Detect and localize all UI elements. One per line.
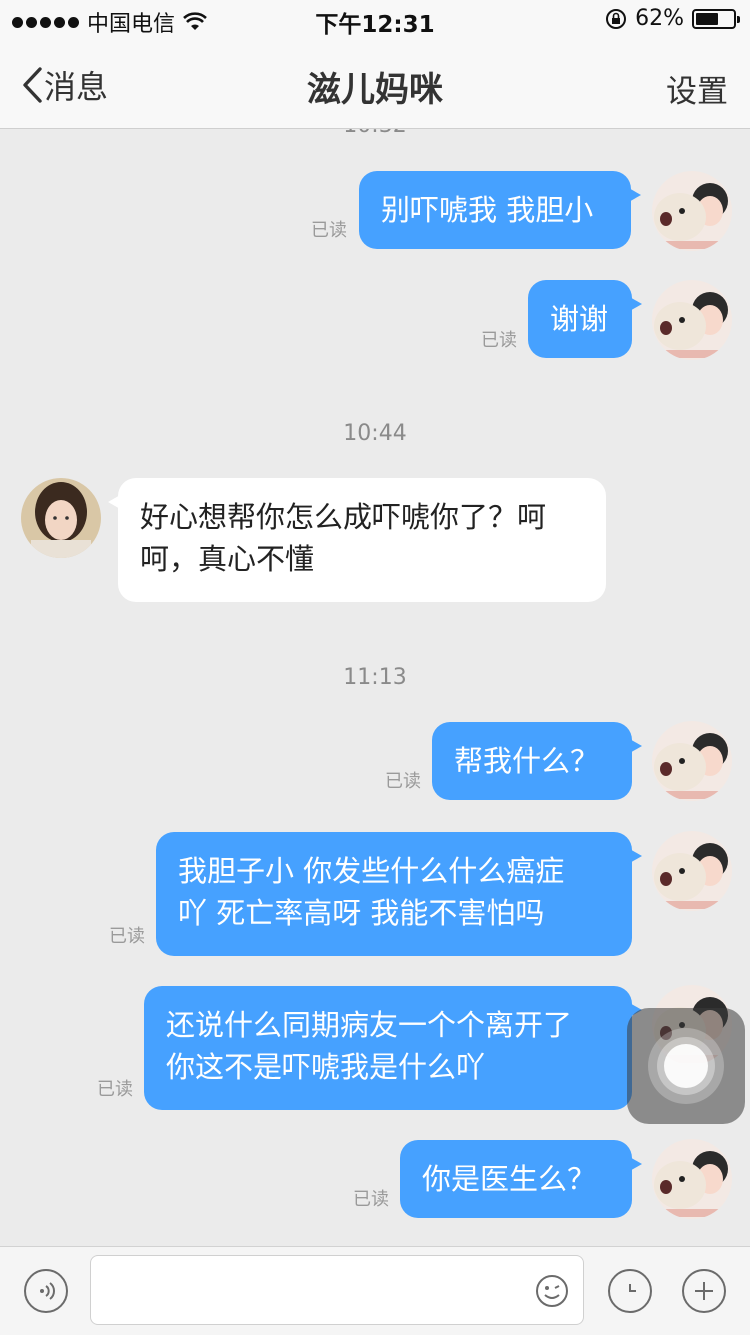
message-bubble-sent[interactable]: 帮我什么？ xyxy=(432,722,642,800)
message-line: 你这不是吓唬我是什么吖 xyxy=(166,1050,486,1084)
read-receipt: 已读 xyxy=(353,1189,389,1210)
message-line: 呵，真心不懂 xyxy=(140,542,315,576)
message-text: 别吓唬我 我胆小 xyxy=(381,193,594,227)
read-receipt: 已读 xyxy=(311,220,347,241)
read-receipt: 已读 xyxy=(97,1079,133,1100)
timestamp: 11:13 xyxy=(343,665,407,690)
message-text: 你是医生么？ xyxy=(422,1162,597,1196)
assistive-touch-button[interactable] xyxy=(627,1008,745,1124)
read-receipt: 已读 xyxy=(109,926,145,947)
timestamp: 10:32 xyxy=(0,129,750,138)
message-input[interactable] xyxy=(90,1255,584,1325)
my-avatar[interactable] xyxy=(652,831,732,911)
message-text: 谢谢 xyxy=(550,302,609,336)
navigation-bar: 消息 滋儿妈咪 设置 xyxy=(0,40,750,129)
my-avatar[interactable] xyxy=(652,721,732,801)
read-receipt: 已读 xyxy=(385,771,421,792)
avatar-image xyxy=(652,721,732,801)
voice-icon xyxy=(40,1282,55,1300)
rotation-lock-icon xyxy=(606,8,627,29)
battery-icon xyxy=(692,8,740,29)
message-line: 吖 死亡率高呀 我能不害怕吗 xyxy=(178,896,545,930)
assistive-ring xyxy=(664,1044,708,1088)
battery-fill xyxy=(696,12,718,25)
avatar-image xyxy=(652,1139,732,1219)
avatar-image xyxy=(21,478,101,558)
plus-icon xyxy=(695,1282,713,1300)
message-bubble-sent[interactable]: 别吓唬我 我胆小 xyxy=(359,171,641,249)
avatar-image xyxy=(652,171,732,251)
message-bubble-received[interactable]: 好心想帮你怎么成吓唬你了？呵 呵，真心不懂 xyxy=(108,478,606,602)
settings-button[interactable]: 设置 xyxy=(666,66,728,111)
timestamp: 10:44 xyxy=(343,421,407,446)
input-bar xyxy=(0,1246,750,1335)
more-button[interactable] xyxy=(682,1269,726,1313)
my-avatar[interactable] xyxy=(652,1139,732,1219)
message-text: 帮我什么？ xyxy=(454,744,600,778)
page-title: 滋儿妈咪 xyxy=(307,70,443,110)
contact-avatar[interactable] xyxy=(21,478,101,558)
battery-percent: 62% xyxy=(635,6,684,31)
avatar-image xyxy=(652,280,732,360)
voice-button[interactable] xyxy=(24,1269,68,1313)
schedule-button[interactable] xyxy=(608,1269,652,1313)
message-line: 还说什么同期病友一个个离开了 xyxy=(166,1008,573,1042)
status-right: 62% xyxy=(605,6,740,31)
message-line: 好心想帮你怎么成吓唬你了？呵 xyxy=(140,500,547,534)
clock-icon xyxy=(629,1284,636,1292)
my-avatar[interactable] xyxy=(652,280,732,360)
message-bubble-sent[interactable]: 我胆子小 你发些什么什么癌症 吖 死亡率高呀 我能不害怕吗 xyxy=(156,832,642,956)
message-bubble-sent[interactable]: 还说什么同期病友一个个离开了 你这不是吓唬我是什么吖 xyxy=(144,986,642,1110)
avatar-image xyxy=(652,831,732,911)
my-avatar[interactable] xyxy=(652,171,732,251)
message-line: 我胆子小 你发些什么什么癌症 xyxy=(178,854,565,888)
message-bubble-sent[interactable]: 谢谢 xyxy=(528,280,642,358)
status-bar: 中国电信 下午12:31 62% xyxy=(0,0,750,40)
message-bubble-sent[interactable]: 你是医生么？ xyxy=(400,1140,642,1218)
read-receipt: 已读 xyxy=(481,330,517,351)
emoji-icon[interactable] xyxy=(535,1274,569,1308)
